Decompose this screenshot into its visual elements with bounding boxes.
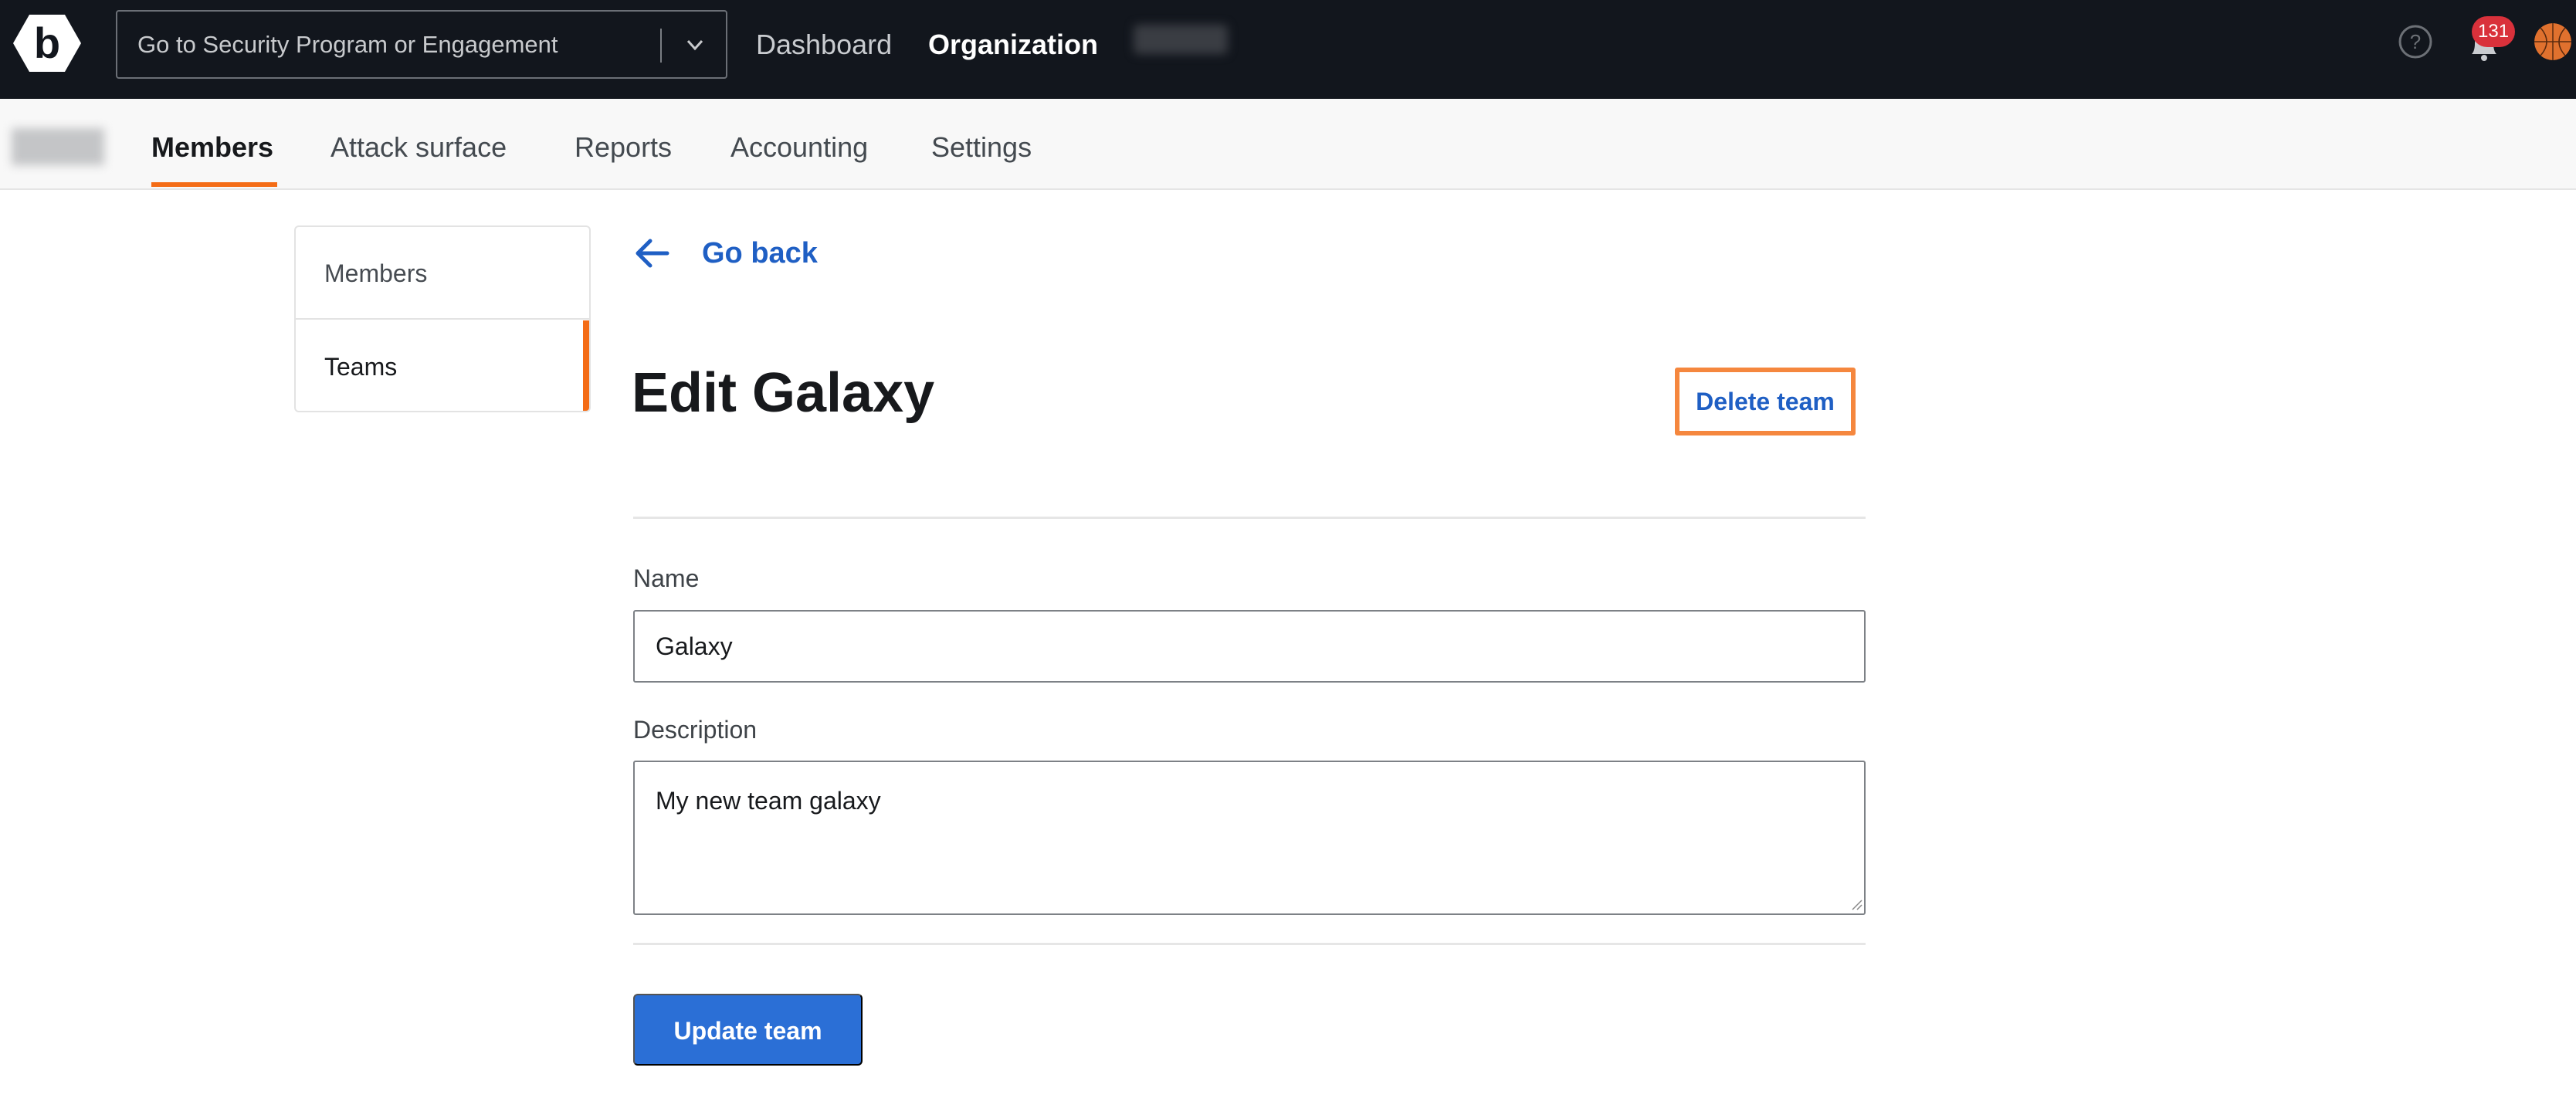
resize-handle-icon[interactable] [1850,898,1863,910]
notification-count-badge: 131 [2472,16,2516,47]
nav-dashboard-link[interactable]: Dashboard [756,0,892,90]
bugcrowd-logo-icon[interactable]: b [12,13,82,73]
go-back-label: Go back [702,236,818,269]
delete-team-button[interactable]: Delete team [1675,368,1856,435]
name-label: Name [633,564,700,592]
redacted-org-name [1134,25,1228,54]
sidebar-item-teams[interactable]: Teams [296,320,589,411]
description-label: Description [633,716,758,744]
team-name-input[interactable]: Galaxy [633,610,1866,683]
page-title: Edit Galaxy [632,362,935,424]
help-icon[interactable]: ? [2398,24,2433,59]
arrow-left-icon [636,239,669,268]
tab-settings[interactable]: Settings [931,99,1032,196]
svg-text:b: b [34,19,60,67]
chevron-down-icon[interactable] [683,35,707,55]
form-divider [633,943,1866,945]
members-sidebar: Members Teams [294,225,591,412]
organization-subnav: Members Attack surface Reports Accountin… [0,99,2576,190]
tab-reports[interactable]: Reports [575,99,672,196]
tab-attack-surface[interactable]: Attack surface [330,99,507,196]
header-divider [633,517,1866,519]
tab-accounting[interactable]: Accounting [730,99,868,196]
update-team-button[interactable]: Update team [633,994,863,1066]
redacted-org-logo [12,128,104,165]
program-switcher-dropdown[interactable]: Go to Security Program or Engagement [116,10,727,79]
team-description-textarea[interactable]: My new team galaxy [633,761,1866,915]
sidebar-item-members[interactable]: Members [296,227,589,320]
nav-organization-link[interactable]: Organization [928,0,1098,90]
program-switcher-placeholder: Go to Security Program or Engagement [137,31,558,58]
svg-text:?: ? [2410,30,2421,53]
dropdown-separator [660,29,662,63]
go-back-link[interactable]: Go back [635,230,818,276]
user-avatar[interactable] [2534,23,2571,60]
active-tab-indicator [151,182,277,187]
top-navigation-bar: b Go to Security Program or Engagement D… [0,0,2576,99]
